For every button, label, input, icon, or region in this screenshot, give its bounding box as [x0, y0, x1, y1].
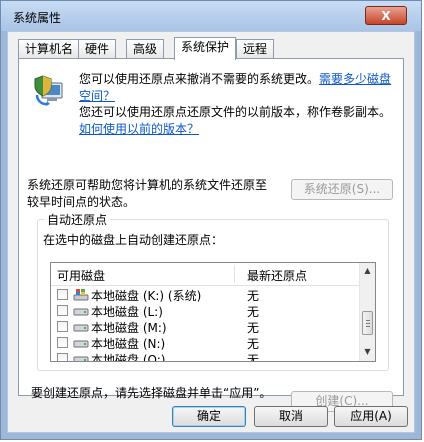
drive-latest-restore: 无 — [247, 289, 260, 303]
drive-latest-restore: 无 — [247, 353, 260, 362]
drive-name: 本地磁盘 (O:) — [91, 353, 166, 362]
drive-latest-restore: 无 — [247, 337, 260, 351]
drive-checkbox[interactable] — [57, 321, 68, 332]
drive-name: 本地磁盘 (N:) — [91, 337, 166, 351]
hard-drive-icon — [73, 356, 89, 361]
cancel-button[interactable]: 取消 — [254, 406, 328, 427]
drive-row[interactable]: 本地磁盘 (L:) 无 — [51, 303, 361, 319]
intro-paragraph-2: 您还可以使用还原点还原文件的以前版本，称作卷影副本。如何使用以前的版本？ — [79, 104, 397, 138]
grip-line — [366, 323, 370, 324]
hard-drive-icon — [73, 324, 89, 332]
apply-button[interactable]: 应用(A) — [334, 406, 408, 427]
system-restore-button[interactable]: 系统还原(S)... — [291, 179, 393, 200]
auto-restore-instruction: 在选中的磁盘上自动创建还原点： — [43, 233, 224, 247]
dialog-client: 计算机名 硬件 高级 系统保护 远程 您可以使用还原点来撤消不需要的系统更改。需… — [7, 31, 415, 433]
grip-line — [366, 320, 370, 321]
drive-name: 本地磁盘 (M:) — [91, 321, 167, 335]
system-drive-icon — [73, 289, 89, 301]
ok-button[interactable]: 确定 — [172, 406, 246, 427]
scroll-up-arrow-icon[interactable]: ▲ — [360, 263, 375, 279]
close-button[interactable]: X — [365, 6, 407, 25]
intro-text-1: 您可以使用还原点来撤消不需要的系统更改。 — [79, 72, 320, 86]
tab-remote[interactable]: 远程 — [236, 39, 275, 59]
hard-drive-icon — [73, 308, 89, 316]
tab-system-protection[interactable]: 系统保护 — [174, 37, 237, 60]
auto-restore-group-title: 自动还原点 — [44, 211, 111, 228]
drive-row[interactable]: 本地磁盘 (N:) 无 — [51, 335, 361, 351]
grip-line — [366, 326, 370, 327]
auto-restore-group: 自动还原点 在选中的磁盘上自动创建还原点： 可用磁盘 最新还原点 本地磁盘 (K… — [37, 211, 389, 371]
drive-row[interactable]: 本地磁盘 (O:) 无 — [51, 351, 361, 362]
drive-list: 可用磁盘 最新还原点 本地磁盘 (K:) (系统) 无 本地磁盘 (L:) 无 … — [50, 262, 376, 362]
drive-list-scrollbar[interactable]: ▲ ▼ — [359, 263, 375, 361]
tab-computer-name[interactable]: 计算机名 — [18, 39, 81, 59]
previous-versions-link[interactable]: 如何使用以前的版本？ — [79, 122, 199, 136]
restore-description: 系统还原可帮助您将计算机的系统文件还原至较早时间点的状态。 — [27, 178, 268, 209]
hard-drive-icon — [73, 340, 89, 348]
drive-checkbox[interactable] — [57, 289, 68, 300]
tab-hardware[interactable]: 硬件 — [78, 39, 117, 59]
system-properties-window: 系统属性 X 计算机名 硬件 高级 系统保护 远程 您可以使用还原点来撤消不需要… — [0, 0, 422, 440]
system-restore-icon — [34, 75, 63, 106]
drive-checkbox[interactable] — [57, 337, 68, 348]
window-title: 系统属性 — [13, 11, 62, 25]
intro-text-2: 您还可以使用还原点还原文件的以前版本，称作卷影副本。 — [79, 105, 392, 119]
title-bar[interactable]: 系统属性 X — [1, 1, 421, 31]
scroll-down-arrow-icon[interactable]: ▼ — [360, 344, 375, 360]
intro-paragraph-1: 您可以使用还原点来撤消不需要的系统更改。需要多少磁盘空间？ — [79, 71, 397, 105]
drive-checkbox[interactable] — [57, 305, 68, 316]
scrollbar-thumb[interactable] — [362, 311, 373, 335]
drive-list-header: 可用磁盘 最新还原点 — [51, 263, 361, 286]
create-description: 要创建还原点，请先选择磁盘并单击“应用”。 — [31, 386, 272, 400]
drive-name: 本地磁盘 (L:) — [91, 305, 163, 319]
tab-advanced[interactable]: 高级 — [126, 39, 165, 59]
column-available-disks[interactable]: 可用磁盘 — [57, 267, 105, 284]
drive-row[interactable]: 本地磁盘 (M:) 无 — [51, 319, 361, 335]
drive-latest-restore: 无 — [247, 321, 260, 335]
column-separator[interactable] — [234, 265, 235, 283]
system-protection-panel: 您可以使用还原点来撤消不需要的系统更改。需要多少磁盘空间？ 您还可以使用还原点还… — [18, 58, 404, 412]
drive-checkbox[interactable] — [57, 353, 68, 361]
drive-latest-restore: 无 — [247, 305, 260, 319]
drive-name: 本地磁盘 (K:) (系统) — [91, 289, 202, 303]
column-latest-restore-point[interactable]: 最新还原点 — [247, 267, 307, 284]
drive-row[interactable]: 本地磁盘 (K:) (系统) 无 — [51, 287, 361, 303]
